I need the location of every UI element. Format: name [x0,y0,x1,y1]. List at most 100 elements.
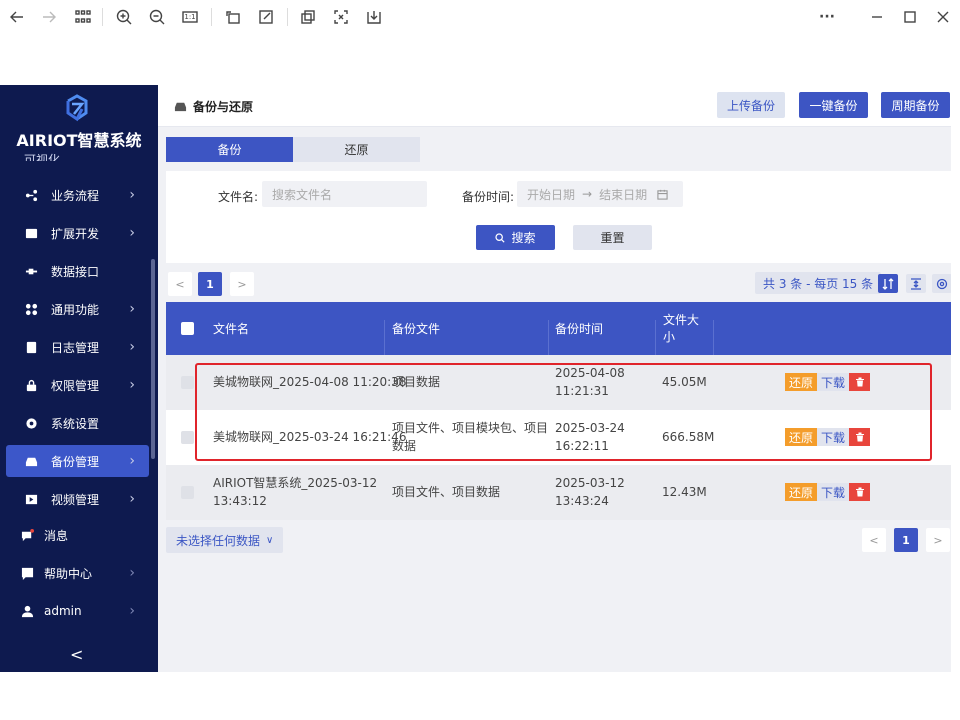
help-icon [20,566,34,580]
tab-restore[interactable]: 还原 [293,137,420,162]
sidebar-item-extension[interactable]: 扩展开发 › [6,217,149,249]
sidebar-item-workflow[interactable]: 业务流程 › [6,179,149,211]
sidebar-item-label: 业务流程 [51,188,100,203]
sidebar-scrollbar[interactable] [151,259,155,459]
date-range-picker[interactable]: 开始日期 → 结束日期 [517,181,683,207]
zoom-out-icon[interactable] [146,6,168,28]
table-row[interactable]: AIRIOT智慧系统_2025-03-12 13:43:12 项目文件、项目数据… [166,465,951,520]
backup-files-cell: 项目文件、项目数据 [392,485,501,499]
sidebar-item-help[interactable]: 帮助中心 › [6,557,149,589]
edit-icon[interactable] [255,6,277,28]
sidebar-item-logs[interactable]: 日志管理 › [6,331,149,363]
backup-time-label: 备份时间: [462,190,515,204]
forward-icon[interactable] [38,6,60,28]
sidebar: AIRIOT智慧系统 可视化 业务流程 › 扩展开发 › 数据接口 通用功能 ›… [0,85,158,672]
upload-backup-button[interactable]: 上传备份 [717,92,785,118]
more-icon[interactable]: ··· [816,6,838,28]
log-icon [24,340,38,354]
sidebar-item-data-interface[interactable]: 数据接口 [6,255,149,287]
tab-backup[interactable]: 备份 [166,137,293,162]
file-name-line: AIRIOT智慧系统_2025-03-12 [213,476,378,490]
collapse-sidebar-button[interactable]: < [70,645,83,664]
grid-icon[interactable] [72,6,94,28]
prev-page-button[interactable]: < [862,528,886,552]
page-1-button[interactable]: 1 [198,272,222,296]
search-button-label: 搜索 [511,231,536,245]
delete-button[interactable] [849,483,871,501]
chevron-right-icon: › [129,603,135,619]
page-header: 备份与还原 上传备份 一键备份 周期备份 [158,85,951,127]
viewer-toolbar: 1:1 ··· [0,0,960,34]
sidebar-item-permissions[interactable]: 权限管理 › [6,369,149,401]
page-1-button[interactable]: 1 [894,528,918,552]
window-bottom [0,672,960,720]
close-icon[interactable] [932,6,954,28]
selection-dropdown[interactable]: 未选择任何数据 ∨ [166,527,284,553]
gear-icon [24,416,38,430]
column-header[interactable]: 备份文件 [392,302,440,355]
sidebar-item-user[interactable]: admin › [6,595,149,627]
start-date-placeholder: 开始日期 [527,187,576,202]
filter-panel: 文件名: 搜索文件名 备份时间: 开始日期 → 结束日期 搜索 重置 [166,171,951,263]
sidebar-item-label: 数据接口 [51,264,100,279]
column-height-icon[interactable] [906,274,926,293]
reset-button[interactable]: 重置 [573,225,652,250]
sidebar-item-settings[interactable]: 系统设置 [6,407,149,439]
next-page-button[interactable]: > [230,272,254,296]
sidebar-item-messages[interactable]: 消息 [6,519,149,551]
actual-size-icon[interactable]: 1:1 [179,6,201,28]
file-name-input[interactable]: 搜索文件名 [262,181,427,207]
row-checkbox[interactable] [181,376,194,389]
chevron-right-icon: › [129,187,135,203]
chevron-right-icon: › [129,377,135,393]
chevron-right-icon: › [129,453,135,469]
select-all-checkbox[interactable] [181,322,194,335]
file-size-cell: 12.43M [662,485,707,499]
trash-icon [855,487,864,497]
back-icon[interactable] [6,6,28,28]
rotate-icon[interactable] [222,6,244,28]
prev-page-button[interactable]: < [168,272,192,296]
search-icon [495,232,506,243]
row-checkbox[interactable] [181,431,194,444]
chevron-right-icon: › [129,491,135,507]
range-arrow: → [582,187,593,201]
message-icon [20,528,34,542]
tab-bar: 备份 还原 [166,137,420,162]
sidebar-item-video[interactable]: 视频管理 › [6,483,149,515]
file-name-label: 文件名: [218,190,259,204]
periodic-backup-button[interactable]: 周期备份 [881,92,950,118]
sort-icon[interactable] [878,274,898,293]
column-header[interactable]: 备份时间 [555,302,603,355]
download-icon[interactable] [363,6,385,28]
sidebar-item-backup[interactable]: 备份管理 › [6,445,149,477]
chevron-right-icon: › [129,339,135,355]
minimize-icon[interactable] [866,6,888,28]
actual-size-label: 1:1 [184,13,196,21]
settings-icon[interactable] [932,274,952,293]
one-click-backup-button[interactable]: 一键备份 [799,92,868,118]
search-button[interactable]: 搜索 [476,225,555,250]
sidebar-item-cut[interactable]: 可视化 [24,151,134,161]
extend-icon [24,226,38,240]
next-page-button[interactable]: > [926,528,950,552]
maximize-icon[interactable] [899,6,921,28]
highlight-annotation [195,363,932,461]
crop-icon[interactable] [297,6,319,28]
fullscreen-icon[interactable] [330,6,352,28]
row-checkbox[interactable] [181,486,194,499]
download-button[interactable]: 下载 [817,483,850,501]
column-header[interactable]: 文件大小 [663,302,705,355]
column-header[interactable]: 文件名 [213,302,249,355]
restore-button[interactable]: 还原 [785,483,818,501]
backup-clock: 13:43:24 [555,494,609,508]
sidebar-item-label: 系统设置 [51,416,100,431]
zoom-in-icon[interactable] [113,6,135,28]
page-title: 备份与还原 [174,98,253,115]
logo-icon [66,94,88,122]
end-date-placeholder: 结束日期 [599,187,648,202]
window-edge [951,85,960,672]
sidebar-item-label: 帮助中心 [44,566,93,581]
sidebar-item-common[interactable]: 通用功能 › [6,293,149,325]
sidebar-item-label: 通用功能 [51,302,100,317]
